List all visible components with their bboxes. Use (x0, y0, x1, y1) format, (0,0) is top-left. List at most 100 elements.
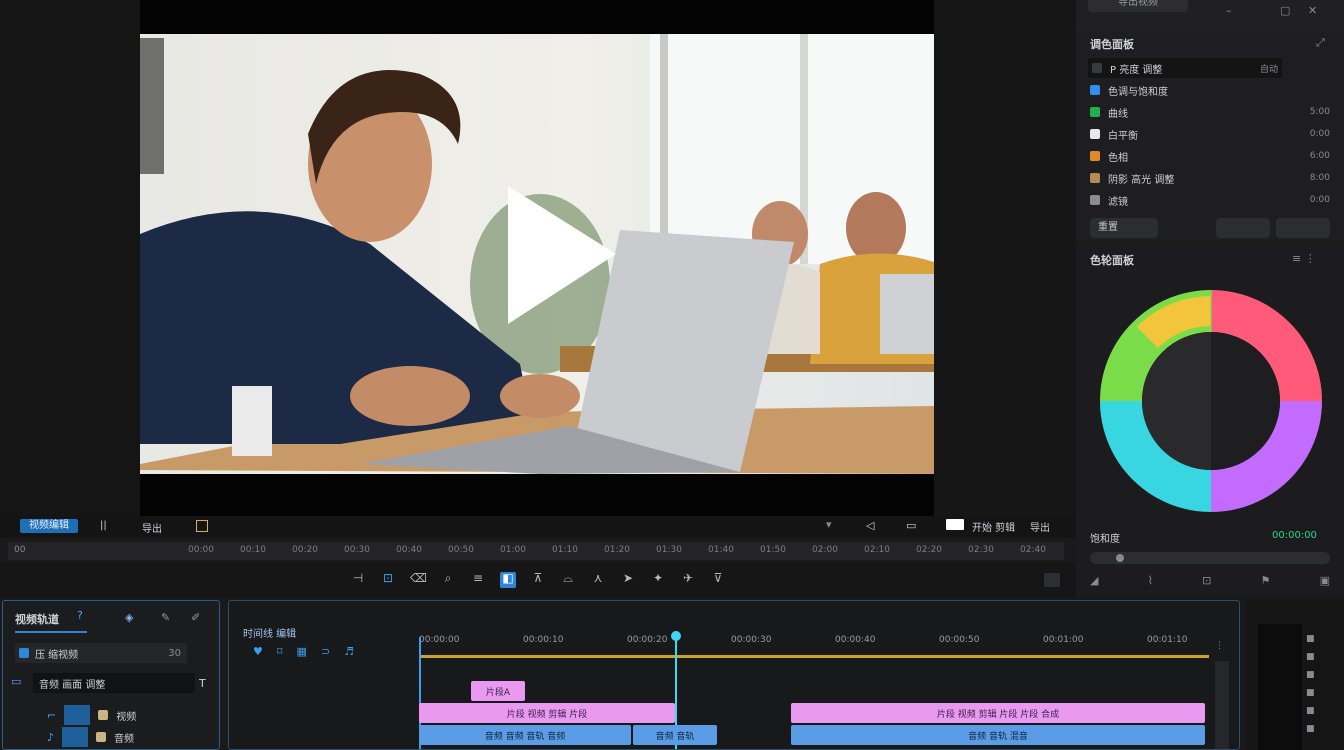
razor-tool-icon[interactable]: ⊣ (350, 572, 366, 588)
grid-icon[interactable]: ▦ (297, 645, 307, 658)
scrub-mark: 02:20 (916, 545, 942, 555)
effect-swatch-icon (1090, 107, 1100, 117)
timeline-menu-icon[interactable]: ⋮ (1215, 641, 1224, 651)
video-track-icon: ⌐ (47, 708, 57, 722)
effect-label: 滤镜 (1108, 196, 1128, 208)
timeline-scrollbar[interactable] (1215, 661, 1229, 749)
timeline-clip[interactable]: 音频 音轨 混音 (791, 725, 1205, 745)
effect-item[interactable]: P 亮度 调整 自动 (1088, 58, 1282, 78)
video-preview[interactable] (140, 34, 934, 474)
help-icon[interactable]: ? (77, 609, 83, 622)
track-toggle[interactable] (64, 705, 91, 725)
audio-icon[interactable]: ♬ (344, 645, 354, 658)
scrub-start-label: 00 (14, 545, 26, 555)
box-icon[interactable]: ▣ (1320, 574, 1330, 587)
flag-icon[interactable]: ⚑ (1261, 574, 1271, 587)
effect-item[interactable]: 白平衡 0:00 (1090, 124, 1330, 144)
reset-button[interactable]: 重置 (1090, 218, 1158, 238)
expand-icon[interactable]: ⤢ (1316, 36, 1325, 50)
move-tool-icon[interactable]: ⌕ (440, 572, 456, 588)
timeline-clip[interactable]: 音频 音轨 (633, 725, 717, 745)
split-tool-icon[interactable]: ⊼ (530, 572, 546, 588)
effect-value: 5:00 (1309, 107, 1330, 117)
white-swatch-icon[interactable] (946, 519, 964, 530)
scrub-mark: 01:40 (708, 545, 734, 555)
track-row-4[interactable]: ♪ 音频 (47, 727, 134, 747)
timeline-clip[interactable]: 片段 视频 剪辑 片段 (419, 703, 675, 723)
reverse-tool-icon[interactable]: ✦ (650, 572, 666, 588)
track-row-2[interactable]: 音频 画面 调整 (33, 673, 195, 693)
list-tool-icon[interactable]: ≡ (470, 572, 486, 588)
effect-swatch-icon (1090, 129, 1100, 139)
saturation-slider[interactable] (1090, 552, 1330, 564)
marker-icon[interactable] (196, 520, 208, 532)
effect-value: 0:00 (1309, 195, 1330, 205)
ruler-label: 00:00:10 (523, 635, 564, 645)
effect-item[interactable]: 色调与饱和度 (1090, 80, 1330, 100)
speed-tool-icon[interactable]: ➤ (620, 572, 636, 588)
select-tool-icon[interactable]: ⊡ (380, 572, 396, 588)
scrub-bar[interactable]: 00 00:00 00:10 00:20 00:30 00:40 00:50 01:00 01:… (8, 542, 1064, 560)
transport-right-label[interactable]: 导出 (1030, 519, 1050, 534)
effect-item[interactable]: 曲线 5:00 (1090, 102, 1330, 122)
track-row-3[interactable]: ⌐ 视频 (47, 705, 136, 725)
work-area-bar[interactable] (419, 655, 1209, 658)
saturation-slider-thumb[interactable] (1116, 554, 1124, 562)
track-toggle[interactable] (62, 727, 89, 747)
timeline-clip[interactable]: 片段A (471, 681, 525, 701)
saturation-label: 饱和度 (1090, 534, 1120, 545)
effect-item[interactable]: 滤镜 0:00 (1090, 190, 1330, 210)
timeline-ruler[interactable]: 00:00:00 00:00:10 00:00:20 00:00:30 00:00:40… (419, 635, 1209, 649)
fade-out-tool-icon[interactable]: ⋏ (590, 572, 606, 588)
restore-icon[interactable]: ▢ (1280, 4, 1290, 17)
track-thumb-icon (96, 732, 107, 742)
brush-icon[interactable]: ◢ (1090, 574, 1098, 587)
timeline-clip[interactable]: 片段 视频 剪辑 片段 片段 合成 (791, 703, 1205, 723)
mode-label[interactable]: 视频编辑 (20, 519, 78, 533)
dropdown-icon[interactable]: ▾ (826, 518, 832, 531)
snap-tool-icon[interactable]: ◧ (500, 572, 516, 588)
scrub-mark: 00:50 (448, 545, 474, 555)
export-small-button[interactable]: 导出 (142, 520, 162, 535)
pause-button[interactable]: || (100, 520, 107, 531)
minimize-icon[interactable]: – (1226, 4, 1232, 17)
effects-footer-button-a[interactable] (1216, 218, 1270, 238)
heart-icon[interactable]: ♥ (253, 645, 263, 658)
scrub-mark: 01:00 (500, 545, 526, 555)
trim-tool-icon[interactable]: ⌫ (410, 572, 427, 588)
scrub-mark: 00:40 (396, 545, 422, 555)
effect-item[interactable]: 阴影 高光 调整 8:00 (1090, 168, 1330, 188)
camera-icon[interactable]: ◁ (866, 519, 874, 532)
panel-top-bar: 导出视频 – ▢ ✕ (1076, 0, 1344, 30)
ruler-label: 00:00:40 (835, 635, 876, 645)
scrub-mark: 02:10 (864, 545, 890, 555)
effect-item[interactable]: 色相 6:00 (1090, 146, 1330, 166)
effect-label: 色相 (1108, 152, 1128, 164)
tool-settings-icon[interactable] (1044, 573, 1060, 587)
tag-icon[interactable]: ⌑ (277, 645, 283, 658)
fade-in-tool-icon[interactable]: ⌓ (560, 572, 576, 588)
screen-icon[interactable]: ▭ (906, 519, 916, 532)
link-icon[interactable]: ◈ (125, 611, 133, 624)
pen-icon[interactable]: ✎ (161, 611, 170, 624)
compare-icon[interactable]: ⊡ (1202, 574, 1211, 587)
edit-icon[interactable]: ✐ (191, 611, 200, 624)
effects-footer-button-b[interactable] (1276, 218, 1330, 238)
color-wheel[interactable] (1100, 290, 1322, 512)
close-icon[interactable]: ✕ (1308, 4, 1317, 17)
color-menu-icon[interactable]: ≡ ⋮ (1292, 252, 1316, 265)
export-video-button[interactable]: 导出视频 (1088, 0, 1188, 12)
magnet-icon[interactable]: ⊃ (321, 645, 330, 658)
text-tool-icon[interactable]: T (199, 677, 206, 690)
folder-icon[interactable]: ▭ (11, 675, 21, 688)
audio-meters: ■ ■ ■ ■ ■ ■ (1246, 600, 1344, 750)
effect-label: 白平衡 (1108, 130, 1138, 142)
crop-tool-icon[interactable]: ⊽ (710, 572, 726, 588)
tab-underline (15, 631, 87, 633)
eyedropper-icon[interactable]: ⌇ (1148, 574, 1153, 587)
freeze-tool-icon[interactable]: ✈ (680, 572, 696, 588)
track-row-1[interactable]: 压 缩视频 30 (15, 643, 187, 663)
timeline-clip[interactable]: 音频 音频 音轨 音频 (419, 725, 631, 745)
audio-track-icon: ♪ (47, 730, 55, 744)
effect-swatch-icon (1090, 173, 1100, 183)
